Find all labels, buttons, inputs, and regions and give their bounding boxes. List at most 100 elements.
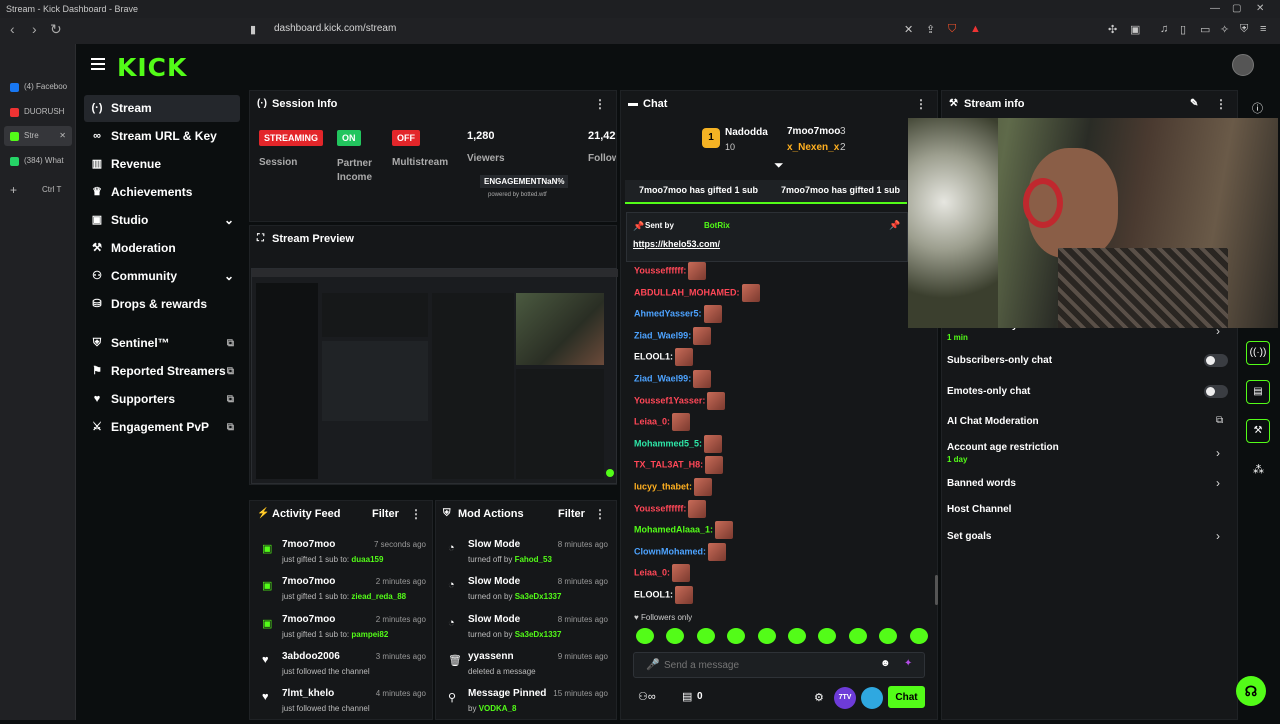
more-options-icon[interactable]: ⋮: [1215, 91, 1227, 117]
music-icon[interactable]: ♫: [1160, 23, 1168, 35]
brave-shield-icon[interactable]: ⛉: [948, 23, 956, 36]
chat-username[interactable]: MohamedAlaaa_1:: [634, 525, 713, 535]
chat-username[interactable]: Ziad_Wael99:: [634, 373, 691, 383]
extensions-icon[interactable]: ✣: [1108, 23, 1117, 36]
more-options-icon[interactable]: ⋮: [915, 91, 927, 117]
hamburger-menu-icon[interactable]: [91, 58, 105, 70]
more-options-icon[interactable]: ⋮: [410, 501, 422, 527]
chevron-right-icon[interactable]: ›: [1216, 529, 1220, 543]
settings-icon[interactable]: ⚙: [814, 691, 824, 704]
unpin-icon[interactable]: 📌: [889, 220, 900, 231]
chat-username[interactable]: TX_TAL3AT_H8:: [634, 460, 703, 470]
chat-username[interactable]: ClownMohamed:: [634, 546, 706, 556]
browser-tab[interactable]: DUORUSH: [4, 102, 72, 122]
address-bar[interactable]: dashboard.kick.com/stream: [274, 23, 396, 34]
close-icon[interactable]: ✕: [1256, 0, 1264, 18]
emotes-only-toggle[interactable]: [1204, 385, 1228, 398]
mod-action[interactable]: yyassenn: [468, 651, 514, 662]
sidebar-item-reported[interactable]: ⚑ Reported Streamers ⧉: [84, 358, 240, 385]
chat-username[interactable]: Leiaa_0:: [634, 417, 670, 427]
pinned-link[interactable]: https://khelo53.com/: [633, 239, 720, 249]
sidebar-item-sentinel[interactable]: ⛨ Sentinel™ ⧉: [84, 330, 240, 357]
ai-moderation-setting[interactable]: AI Chat Moderation: [947, 416, 1039, 427]
gifter-name[interactable]: x_Nexen_x: [787, 142, 839, 153]
sidebar-item-stream-url[interactable]: ∞ Stream URL & Key: [84, 123, 240, 150]
chat-username[interactable]: Youssef1Yasser:: [634, 395, 705, 405]
new-tab-button[interactable]: + Ctrl T: [4, 180, 72, 200]
stream-preview-video[interactable]: [251, 268, 618, 484]
quick-emote-icon[interactable]: [696, 628, 715, 644]
browser-tab-active[interactable]: Stre ✕: [4, 126, 72, 146]
chat-scrollbar[interactable]: [935, 575, 938, 605]
sidebar-item-studio[interactable]: ▣ Studio ⌄: [84, 207, 240, 234]
sidebar-item-moderation[interactable]: ⚒ Moderation: [84, 235, 240, 262]
group-icon[interactable]: ⁂: [1253, 463, 1264, 476]
quick-emote-icon[interactable]: [636, 628, 654, 644]
chat-input[interactable]: [664, 656, 874, 674]
quick-emote-icon[interactable]: [757, 628, 776, 644]
activity-user[interactable]: 7moo7moo: [282, 539, 335, 550]
menu-icon[interactable]: ≡: [1260, 23, 1266, 35]
vpn-icon[interactable]: ⛨: [1240, 23, 1248, 36]
wallet-icon[interactable]: ▭: [1200, 23, 1210, 36]
mute-icon[interactable]: ✕: [904, 23, 913, 36]
chat-username[interactable]: lucyy_thabet:: [634, 481, 692, 491]
chat-username[interactable]: ABDULLAH_MOHAMED:: [634, 287, 740, 297]
sidebar-item-stream[interactable]: (·) Stream: [84, 95, 240, 122]
sidebar-item-supporters[interactable]: ♥ Supporters ⧉: [84, 386, 240, 413]
kick-logo[interactable]: KICK: [117, 53, 187, 82]
pinned-bot-name[interactable]: BotRix: [704, 221, 730, 230]
7tv-badge[interactable]: 7TV: [834, 687, 856, 709]
window-icon[interactable]: ▣: [1130, 23, 1140, 36]
top-gifter-name[interactable]: Nadodda: [725, 127, 768, 138]
banned-words-setting[interactable]: Banned words: [947, 478, 1016, 489]
filter-button[interactable]: Filter: [372, 501, 399, 527]
broadcast-tool-icon[interactable]: ((·)): [1246, 341, 1270, 365]
avatar[interactable]: [1232, 54, 1254, 76]
activity-user[interactable]: 3abdoo2006: [282, 651, 340, 662]
bttv-icon[interactable]: [861, 687, 883, 709]
external-link-icon[interactable]: ⧉: [1216, 415, 1223, 426]
back-icon[interactable]: ‹: [10, 21, 15, 37]
sidebar-item-revenue[interactable]: ▥ Revenue: [84, 151, 240, 178]
host-channel-setting[interactable]: Host Channel: [947, 504, 1011, 515]
info-icon[interactable]: ⓘ: [1252, 100, 1263, 116]
chevron-right-icon[interactable]: ›: [1216, 476, 1220, 490]
minimize-icon[interactable]: —: [1210, 0, 1220, 18]
more-options-icon[interactable]: ⋮: [594, 91, 606, 117]
layout-tool-icon[interactable]: ▤: [1246, 380, 1270, 404]
chat-username[interactable]: AhmedYasser5:: [634, 309, 702, 319]
activity-user[interactable]: 7moo7moo: [282, 614, 335, 625]
chat-username[interactable]: ELOOL1:: [634, 589, 673, 599]
multistream-badge[interactable]: OFF: [392, 130, 420, 146]
powered-by[interactable]: powered by botted.wtf: [488, 192, 547, 198]
sidebar-item-drops[interactable]: ⛁ Drops & rewards: [84, 291, 240, 318]
partner-income-badge[interactable]: ON: [337, 130, 361, 146]
emoji-icon[interactable]: ☻: [880, 658, 891, 669]
timer-icon[interactable]: ▤: [682, 690, 692, 703]
chat-username[interactable]: Ziad_Wael99:: [634, 330, 691, 340]
support-headset-icon[interactable]: ☊: [1236, 676, 1266, 706]
microphone-icon[interactable]: 🎤: [646, 658, 660, 671]
chat-username[interactable]: Leiaa_0:: [634, 568, 670, 578]
wrench-tool-icon[interactable]: ⚒: [1246, 419, 1270, 443]
quick-emote-icon[interactable]: [848, 628, 867, 644]
chat-username[interactable]: Yousseffffff:: [634, 503, 686, 513]
leo-icon[interactable]: ✧: [1220, 23, 1229, 36]
activity-user[interactable]: 7lmt_khelo: [282, 688, 334, 699]
reload-icon[interactable]: ↻: [50, 21, 62, 38]
infinity-icon[interactable]: ⚇∞: [638, 690, 656, 703]
browser-tab[interactable]: (384) What: [4, 151, 72, 171]
more-options-icon[interactable]: ⋮: [594, 501, 606, 527]
filter-button[interactable]: Filter: [558, 501, 585, 527]
activity-user[interactable]: 7moo7moo: [282, 576, 335, 587]
subscribers-only-toggle[interactable]: [1204, 354, 1228, 367]
account-age-setting[interactable]: Account age restriction 1 day: [947, 442, 1059, 464]
gifter-name[interactable]: 7moo7moo: [787, 126, 840, 137]
quick-emote-icon[interactable]: [909, 628, 928, 644]
chat-username[interactable]: Yousseffffff:: [634, 265, 686, 275]
browser-tab[interactable]: (4) Faceboo: [4, 77, 72, 97]
edit-icon[interactable]: ✎: [1190, 91, 1198, 117]
quick-emote-icon[interactable]: [788, 628, 806, 644]
sidebar-item-community[interactable]: ⚇ Community ⌄: [84, 263, 240, 290]
